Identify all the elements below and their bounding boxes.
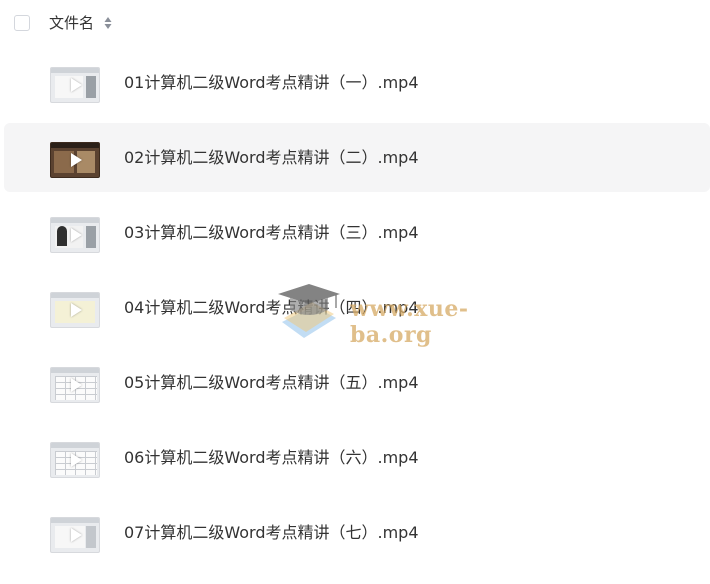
play-icon <box>71 528 82 542</box>
file-list: 01计算机二级Word考点精讲（一）.mp4 02计算机二级Word考点精讲（二… <box>0 48 710 573</box>
select-all-checkbox[interactable] <box>14 15 30 31</box>
file-name[interactable]: 05计算机二级Word考点精讲（五）.mp4 <box>124 372 419 394</box>
file-row[interactable]: 06计算机二级Word考点精讲（六）.mp4 <box>4 423 710 492</box>
video-thumbnail[interactable] <box>50 217 100 253</box>
play-icon <box>71 453 82 467</box>
sort-icon[interactable] <box>104 16 112 30</box>
play-icon <box>71 78 82 92</box>
video-thumbnail[interactable] <box>50 292 100 328</box>
file-name[interactable]: 04计算机二级Word考点精讲（四）.mp4 <box>124 297 419 319</box>
play-icon <box>71 303 82 317</box>
file-row[interactable]: 02计算机二级Word考点精讲（二）.mp4 <box>4 123 710 192</box>
file-list-page: 文件名 01计算机二级Word考点精讲（一）.mp4 02计算机二级Word考点… <box>0 0 710 584</box>
play-icon <box>71 228 82 242</box>
video-thumbnail[interactable] <box>50 442 100 478</box>
file-row[interactable]: 05计算机二级Word考点精讲（五）.mp4 <box>4 348 710 417</box>
file-name[interactable]: 01计算机二级Word考点精讲（一）.mp4 <box>124 72 419 94</box>
list-header: 文件名 <box>0 0 710 48</box>
file-name[interactable]: 03计算机二级Word考点精讲（三）.mp4 <box>124 222 419 244</box>
video-thumbnail[interactable] <box>50 67 100 103</box>
column-title[interactable]: 文件名 <box>49 13 94 33</box>
video-thumbnail[interactable] <box>50 367 100 403</box>
file-name[interactable]: 07计算机二级Word考点精讲（七）.mp4 <box>124 522 419 544</box>
play-icon <box>71 378 82 392</box>
file-row[interactable]: 03计算机二级Word考点精讲（三）.mp4 <box>4 198 710 267</box>
video-thumbnail[interactable] <box>50 517 100 553</box>
file-row[interactable]: 01计算机二级Word考点精讲（一）.mp4 <box>4 48 710 117</box>
file-row[interactable]: 04计算机二级Word考点精讲（四）.mp4 <box>4 273 710 342</box>
file-name[interactable]: 02计算机二级Word考点精讲（二）.mp4 <box>124 147 419 169</box>
file-name[interactable]: 06计算机二级Word考点精讲（六）.mp4 <box>124 447 419 469</box>
file-row[interactable]: 07计算机二级Word考点精讲（七）.mp4 <box>4 498 710 567</box>
play-icon <box>71 153 82 167</box>
video-thumbnail[interactable] <box>50 142 100 178</box>
